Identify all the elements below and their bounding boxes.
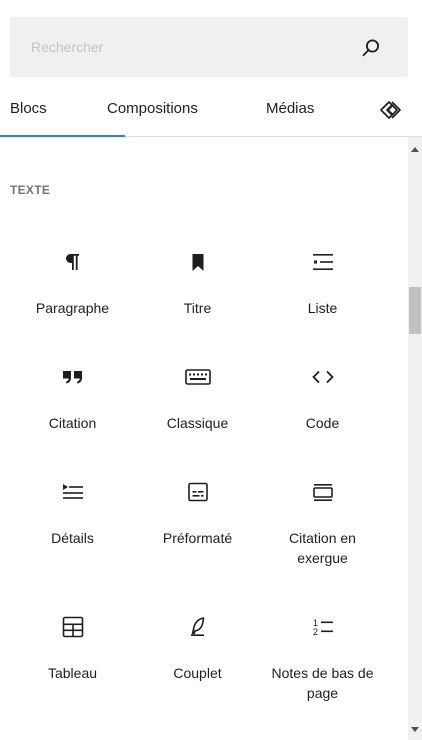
block-patterns-icon[interactable] <box>378 96 406 124</box>
block-footnotes[interactable]: 1 2 Notes de bas de page <box>260 612 385 703</box>
block-details[interactable]: Détails <box>10 477 135 548</box>
block-label: Citation <box>48 415 97 431</box>
paragraph-icon <box>10 247 135 277</box>
scroll-thumb[interactable] <box>409 287 421 334</box>
block-label: Préformaté <box>162 530 233 546</box>
block-label: Couplet <box>173 665 222 681</box>
block-label: Paragraphe <box>35 300 110 316</box>
block-label: Titre <box>183 300 212 316</box>
block-inserter-panel: Blocs Compositions Médias TEXTE Paragr <box>0 0 422 740</box>
block-label: Notes de bas de page <box>271 665 374 701</box>
search-box <box>10 17 408 77</box>
block-label: Détails <box>51 530 94 546</box>
block-label: Code <box>305 415 340 431</box>
verse-icon <box>135 612 260 642</box>
tab-blocs-label: Blocs <box>10 100 47 117</box>
tab-medias[interactable]: Médias <box>266 82 314 136</box>
search-input[interactable] <box>10 17 340 77</box>
footnotes-icon: 1 2 <box>260 612 385 642</box>
quote-icon <box>10 362 135 392</box>
scrollbar[interactable] <box>408 137 422 740</box>
block-classic[interactable]: Classique <box>135 362 260 433</box>
category-title: TEXTE <box>10 183 51 197</box>
tab-compositions-label: Compositions <box>107 100 198 117</box>
block-list[interactable]: TEXTE Paragraphe Titre Liste Citation Cl… <box>0 137 408 740</box>
svg-text:2: 2 <box>313 627 318 637</box>
details-icon <box>10 477 135 507</box>
keyboard-icon <box>135 362 260 392</box>
tab-compositions[interactable]: Compositions <box>107 82 198 136</box>
block-label: Liste <box>307 300 338 316</box>
tab-medias-label: Médias <box>266 100 315 117</box>
block-label: Classique <box>166 415 229 431</box>
code-icon <box>260 362 385 392</box>
list-icon <box>260 247 385 277</box>
block-verse[interactable]: Couplet <box>135 612 260 683</box>
block-paragraph[interactable]: Paragraphe <box>10 247 135 318</box>
block-code[interactable]: Code <box>260 362 385 433</box>
pullquote-icon <box>260 477 385 507</box>
table-icon <box>10 612 135 642</box>
block-heading[interactable]: Titre <box>135 247 260 318</box>
bookmark-icon <box>135 247 260 277</box>
block-pullquote[interactable]: Citation en exergue <box>260 477 385 568</box>
block-preformatted[interactable]: Préformaté <box>135 477 260 548</box>
scroll-up-arrow-icon[interactable] <box>408 141 422 157</box>
inserter-tabs: Blocs Compositions Médias <box>0 82 422 137</box>
block-label: Citation en exergue <box>289 530 356 566</box>
scroll-down-arrow-icon[interactable] <box>408 722 422 738</box>
tab-blocs[interactable]: Blocs <box>0 82 125 137</box>
block-quote[interactable]: Citation <box>10 362 135 433</box>
block-list-item[interactable]: Liste <box>260 247 385 318</box>
block-label: Tableau <box>47 665 98 681</box>
block-table[interactable]: Tableau <box>10 612 135 683</box>
search-icon[interactable] <box>360 37 382 59</box>
preformatted-icon <box>135 477 260 507</box>
